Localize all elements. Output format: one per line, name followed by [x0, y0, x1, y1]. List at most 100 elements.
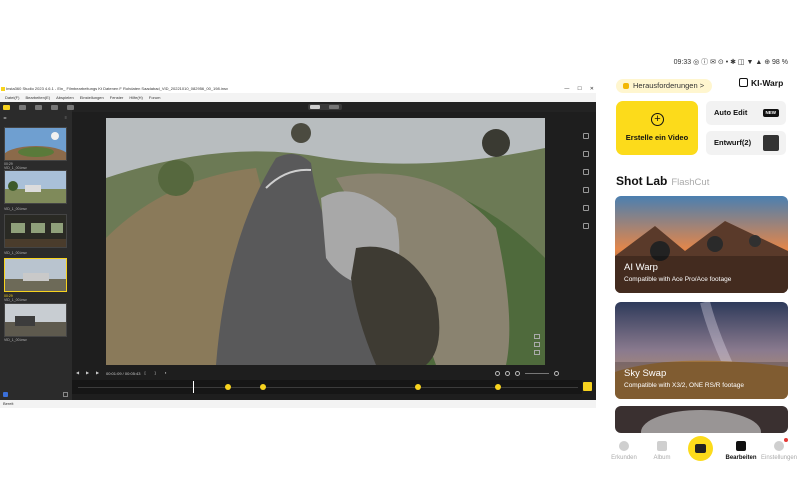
media-thumbnail-selected[interactable] — [4, 258, 67, 292]
auto-edit-label: Auto Edit — [714, 108, 748, 117]
trim-in-icon[interactable]: [ — [144, 370, 150, 376]
split-icon[interactable] — [515, 371, 520, 376]
thumbnail-image — [5, 128, 66, 160]
add-keyframe-button[interactable] — [583, 382, 592, 391]
export-icon[interactable] — [583, 205, 589, 211]
menu-window[interactable]: Fenster — [110, 93, 124, 102]
capture-button[interactable] — [688, 436, 713, 461]
mode-a-icon[interactable] — [310, 105, 320, 109]
top-toolbar — [0, 102, 596, 112]
layers-icon[interactable] — [583, 187, 589, 193]
plus-icon: + — [651, 113, 664, 126]
draft-thumbnail — [763, 135, 779, 151]
menu-forum[interactable]: Forum — [149, 93, 161, 102]
menu-bar: Datei(F) Bearbeiten(E) Abspielen Einstel… — [0, 93, 596, 102]
keyframe-marker[interactable] — [225, 384, 231, 390]
menu-play[interactable]: Abspielen — [56, 93, 74, 102]
timeline-track[interactable] — [72, 380, 582, 394]
fullscreen-icon[interactable] — [534, 350, 540, 355]
tab-flashcut[interactable]: FlashCut — [671, 177, 709, 188]
tab-shot-lab[interactable]: Shot Lab — [616, 174, 667, 188]
close-button[interactable]: ✕ — [590, 85, 594, 93]
thumbnail-label: VID_1_00.insv — [4, 207, 27, 211]
menu-settings[interactable]: Einstellungen — [80, 93, 104, 102]
tiny-planet-frame — [106, 118, 545, 365]
ki-warp-link[interactable]: KI-Warp — [739, 78, 783, 88]
compass-icon — [619, 441, 629, 451]
mode-b-icon[interactable] — [329, 105, 339, 109]
thumbnail-label: VID_1_00.insv — [4, 298, 27, 302]
nav-explore[interactable]: Erkunden — [604, 441, 644, 461]
keyframe-marker[interactable] — [495, 384, 501, 390]
preview-tools — [534, 334, 540, 355]
media-thumbnail[interactable] — [4, 214, 67, 248]
keyframe-icon[interactable] — [505, 371, 510, 376]
tab-cloud-icon[interactable] — [67, 105, 74, 110]
challenges-label: Herausforderungen > — [633, 81, 705, 90]
tab-video-icon[interactable] — [19, 105, 26, 110]
keyframe-marker[interactable] — [415, 384, 421, 390]
media-thumbnail[interactable] — [4, 170, 67, 204]
sort-icon[interactable]: ◂▸ — [3, 115, 7, 120]
video-preview[interactable] — [106, 118, 545, 365]
thumbnail-label: VID_1_00.insv — [4, 251, 27, 255]
gear-icon — [774, 441, 784, 451]
crop-icon[interactable] — [583, 133, 589, 139]
app-logo-icon — [1, 87, 5, 91]
vr-view-icon[interactable] — [534, 334, 540, 339]
thumbnail-image — [5, 171, 66, 203]
menu-help[interactable]: Hilfe(H) — [129, 93, 143, 102]
tab-photo-icon[interactable] — [35, 105, 42, 110]
maximize-button[interactable]: ☐ — [577, 85, 581, 93]
create-video-label: Erstelle ein Video — [625, 133, 689, 142]
nav-settings[interactable]: Einstellungen — [759, 441, 799, 461]
auto-edit-button[interactable]: Auto Edit NEW — [706, 101, 786, 125]
feature-card-partial[interactable] — [615, 406, 788, 433]
menu-file[interactable]: Datei(F) — [5, 93, 19, 102]
thumbnail-image — [5, 304, 66, 336]
play-icon[interactable]: ▶ — [86, 370, 92, 376]
reframe-icon[interactable] — [583, 151, 589, 157]
drafts-button[interactable]: Entwurf(2) — [706, 131, 786, 155]
import-icon[interactable] — [3, 392, 8, 397]
scissors-icon — [736, 441, 746, 451]
feature-card-ai-warp[interactable]: AI Warp Compatible with Ace Pro/Ace foot… — [615, 196, 788, 293]
ki-warp-label: KI-Warp — [751, 78, 784, 88]
tab-folder-icon[interactable] — [51, 105, 58, 110]
playhead[interactable] — [193, 381, 194, 393]
album-icon — [657, 441, 667, 451]
camera-icon — [695, 444, 706, 453]
tab-all-media-icon[interactable] — [3, 105, 10, 110]
nav-album[interactable]: Album — [642, 441, 682, 461]
volume-icon[interactable]: ◖ — [164, 370, 170, 376]
next-frame-icon[interactable]: ▶ — [96, 370, 102, 376]
settings-icon[interactable] — [495, 371, 500, 376]
menu-edit[interactable]: Bearbeiten(E) — [25, 93, 50, 102]
minimize-button[interactable]: — — [564, 85, 569, 93]
thumbnail-image — [5, 215, 66, 247]
color-icon[interactable] — [583, 169, 589, 175]
keyframe-marker[interactable] — [260, 384, 266, 390]
challenges-chip[interactable]: Herausforderungen > — [616, 79, 713, 93]
info-icon[interactable] — [583, 223, 589, 229]
trim-out-icon[interactable]: ] — [154, 370, 160, 376]
card-subtitle: Compatible with Ace Pro/Ace footage — [624, 276, 732, 283]
media-thumbnail[interactable] — [4, 303, 67, 337]
nav-edit[interactable]: Bearbeiten — [721, 441, 761, 461]
create-video-button[interactable]: + Erstelle ein Video — [616, 101, 698, 155]
media-thumbnail[interactable] — [4, 127, 67, 161]
desktop-editor-window: Insta360 Studio 2023 4.6.1 - Ein_ Filmbe… — [0, 85, 596, 408]
section-header: Shot Lab FlashCut — [616, 174, 709, 188]
zoom-in-icon[interactable] — [554, 371, 559, 376]
nav-label: Einstellungen — [760, 455, 798, 461]
filter-icon[interactable]: ≡ — [65, 115, 67, 120]
view-mode-toggle[interactable] — [308, 104, 342, 110]
card-subtitle: Compatible with X3/2, ONE RS/R footage — [624, 382, 744, 389]
snapshot-icon[interactable] — [534, 342, 540, 347]
sidebar-tools: ◂▸ ≡ — [3, 115, 67, 120]
sidebar-tabs — [3, 105, 74, 110]
trash-icon[interactable] — [63, 392, 68, 397]
previous-frame-icon[interactable]: ◀ — [76, 370, 82, 376]
zoom-slider[interactable] — [525, 373, 549, 374]
feature-card-sky-swap[interactable]: Sky Swap Compatible with X3/2, ONE RS/R … — [615, 302, 788, 399]
